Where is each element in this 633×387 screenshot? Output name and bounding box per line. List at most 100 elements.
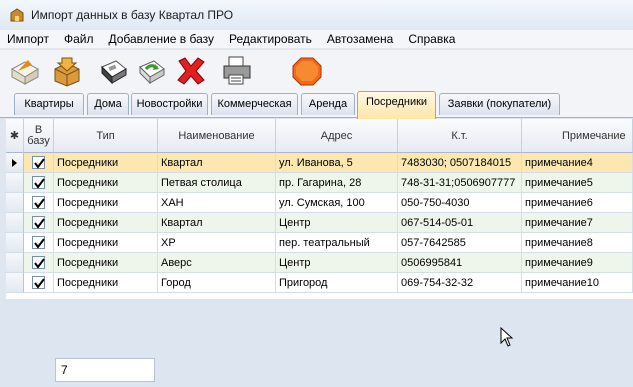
cell-type[interactable]: Посредники	[54, 253, 158, 273]
cell-name[interactable]: Петвая столица	[158, 173, 276, 193]
cell-in-db	[24, 213, 54, 233]
header-address[interactable]: Адрес	[276, 119, 398, 153]
app-icon	[10, 8, 24, 22]
in-db-checkbox[interactable]	[32, 216, 45, 229]
row-selector[interactable]	[6, 273, 24, 293]
row-selector[interactable]	[6, 213, 24, 233]
cell-phone[interactable]: 0506995841	[398, 253, 522, 273]
cell-phone[interactable]: 067-514-05-01	[398, 213, 522, 233]
row-selector[interactable]	[6, 173, 24, 193]
toolbar	[0, 50, 633, 90]
header-note[interactable]: Примечание	[522, 119, 633, 153]
cell-note[interactable]: примечание5	[522, 173, 633, 193]
row-selector[interactable]	[6, 193, 24, 213]
current-row-arrow-icon	[12, 159, 17, 167]
cell-address[interactable]: ул. Сумская, 100	[276, 193, 398, 213]
cell-type[interactable]: Посредники	[54, 213, 158, 233]
print-icon[interactable]	[220, 55, 254, 87]
cell-address[interactable]: Пригород	[276, 273, 398, 293]
in-db-checkbox[interactable]	[32, 176, 45, 189]
checkmark-icon	[34, 218, 45, 229]
table-row[interactable]: Посредники Петвая столица пр. Гагарина, 28…	[6, 173, 633, 193]
tab-agents[interactable]: Посредники	[357, 91, 436, 119]
record-count-field[interactable]: 7	[55, 358, 155, 382]
save-icon[interactable]	[96, 55, 130, 87]
tab-new-buildings[interactable]: Новостройки	[131, 93, 208, 115]
table-row[interactable]: Посредники Аверс Центр 0506995841 примечание…	[6, 253, 633, 273]
menu-add-to-db[interactable]: Добавление в базу	[101, 32, 222, 46]
cell-address[interactable]: пер. театральный	[276, 233, 398, 253]
cell-note[interactable]: примечание9	[522, 253, 633, 273]
refresh-icon[interactable]	[134, 55, 168, 87]
row-selector[interactable]	[6, 253, 24, 273]
table-row[interactable]: Посредники ХР пер. театральный 057-7642585 п…	[6, 233, 633, 253]
menu-edit[interactable]: Редактировать	[222, 32, 320, 46]
in-db-checkbox[interactable]	[32, 236, 45, 249]
checkmark-icon	[34, 258, 45, 269]
tab-rent[interactable]: Аренда	[301, 93, 355, 115]
cell-type[interactable]: Посредники	[54, 273, 158, 293]
in-db-checkbox[interactable]	[32, 276, 45, 289]
header-in-db[interactable]: В базу	[24, 119, 54, 153]
import-box-icon[interactable]	[50, 55, 84, 87]
tab-apartments[interactable]: Квартиры	[14, 93, 84, 115]
row-selector[interactable]	[6, 153, 24, 173]
tab-commercial[interactable]: Коммерческая	[211, 93, 298, 115]
cell-address[interactable]: ул. Иванова, 5	[276, 153, 398, 173]
in-db-checkbox[interactable]	[32, 156, 45, 169]
cell-name[interactable]: Аверс	[158, 253, 276, 273]
cell-in-db	[24, 253, 54, 273]
cell-address[interactable]: Центр	[276, 213, 398, 233]
cell-phone[interactable]: 748-31-31;0506907777	[398, 173, 522, 193]
data-grid: ✱ В базу Тип Наименование Адрес К.т. При…	[6, 119, 633, 299]
cell-phone[interactable]: 050-750-4030	[398, 193, 522, 213]
menu-bar: Импорт Файл Добавление в базу Редактиров…	[0, 30, 633, 49]
cell-phone[interactable]: 069-754-32-32	[398, 273, 522, 293]
cell-name[interactable]: Город	[158, 273, 276, 293]
checkmark-icon	[34, 178, 45, 189]
checkmark-icon	[34, 198, 45, 209]
open-box-icon[interactable]	[8, 55, 42, 87]
menu-import[interactable]: Импорт	[0, 32, 57, 46]
cell-note[interactable]: примечание8	[522, 233, 633, 253]
tab-strip: Квартиры Дома Новостройки Коммерческая А…	[0, 90, 633, 119]
stop-icon[interactable]	[290, 55, 324, 87]
cell-address[interactable]: пр. Гагарина, 28	[276, 173, 398, 193]
header-type[interactable]: Тип	[54, 119, 158, 153]
table-row[interactable]: Посредники Город Пригород 069-754-32-32 прим…	[6, 273, 633, 293]
checkmark-icon	[34, 238, 45, 249]
cell-type[interactable]: Посредники	[54, 153, 158, 173]
cell-name[interactable]: ХР	[158, 233, 276, 253]
tab-houses[interactable]: Дома	[87, 93, 129, 115]
cell-type[interactable]: Посредники	[54, 233, 158, 253]
cell-note[interactable]: примечание6	[522, 193, 633, 213]
cell-phone[interactable]: 7483030; 0507184015	[398, 153, 522, 173]
cell-note[interactable]: примечание7	[522, 213, 633, 233]
cell-address[interactable]: Центр	[276, 253, 398, 273]
cell-name[interactable]: Квартал	[158, 213, 276, 233]
tab-requests-buyers[interactable]: Заявки (покупатели)	[439, 93, 560, 115]
cell-type[interactable]: Посредники	[54, 193, 158, 213]
window-title: Импорт данных в базу Квартал ПРО	[31, 8, 234, 22]
delete-icon[interactable]	[174, 55, 208, 87]
header-in-db-label: В базу	[27, 123, 50, 147]
checkmark-icon	[34, 278, 45, 289]
menu-autoreplace[interactable]: Автозамена	[320, 32, 401, 46]
cell-type[interactable]: Посредники	[54, 173, 158, 193]
in-db-checkbox[interactable]	[32, 256, 45, 269]
cell-phone[interactable]: 057-7642585	[398, 233, 522, 253]
header-phone[interactable]: К.т.	[398, 119, 522, 153]
table-row[interactable]: Посредники Квартал ул. Иванова, 5 7483030; …	[6, 153, 633, 173]
table-row[interactable]: Посредники ХАН ул. Сумская, 100 050-750-403…	[6, 193, 633, 213]
table-row[interactable]: Посредники Квартал Центр 067-514-05-01 приме…	[6, 213, 633, 233]
menu-file[interactable]: Файл	[57, 32, 102, 46]
header-name[interactable]: Наименование	[158, 119, 276, 153]
cell-name[interactable]: ХАН	[158, 193, 276, 213]
row-selector[interactable]	[6, 233, 24, 253]
cell-in-db	[24, 233, 54, 253]
cell-name[interactable]: Квартал	[158, 153, 276, 173]
cell-note[interactable]: примечание4	[522, 153, 633, 173]
cell-note[interactable]: примечание10	[522, 273, 633, 293]
in-db-checkbox[interactable]	[32, 196, 45, 209]
menu-help[interactable]: Справка	[401, 32, 463, 46]
